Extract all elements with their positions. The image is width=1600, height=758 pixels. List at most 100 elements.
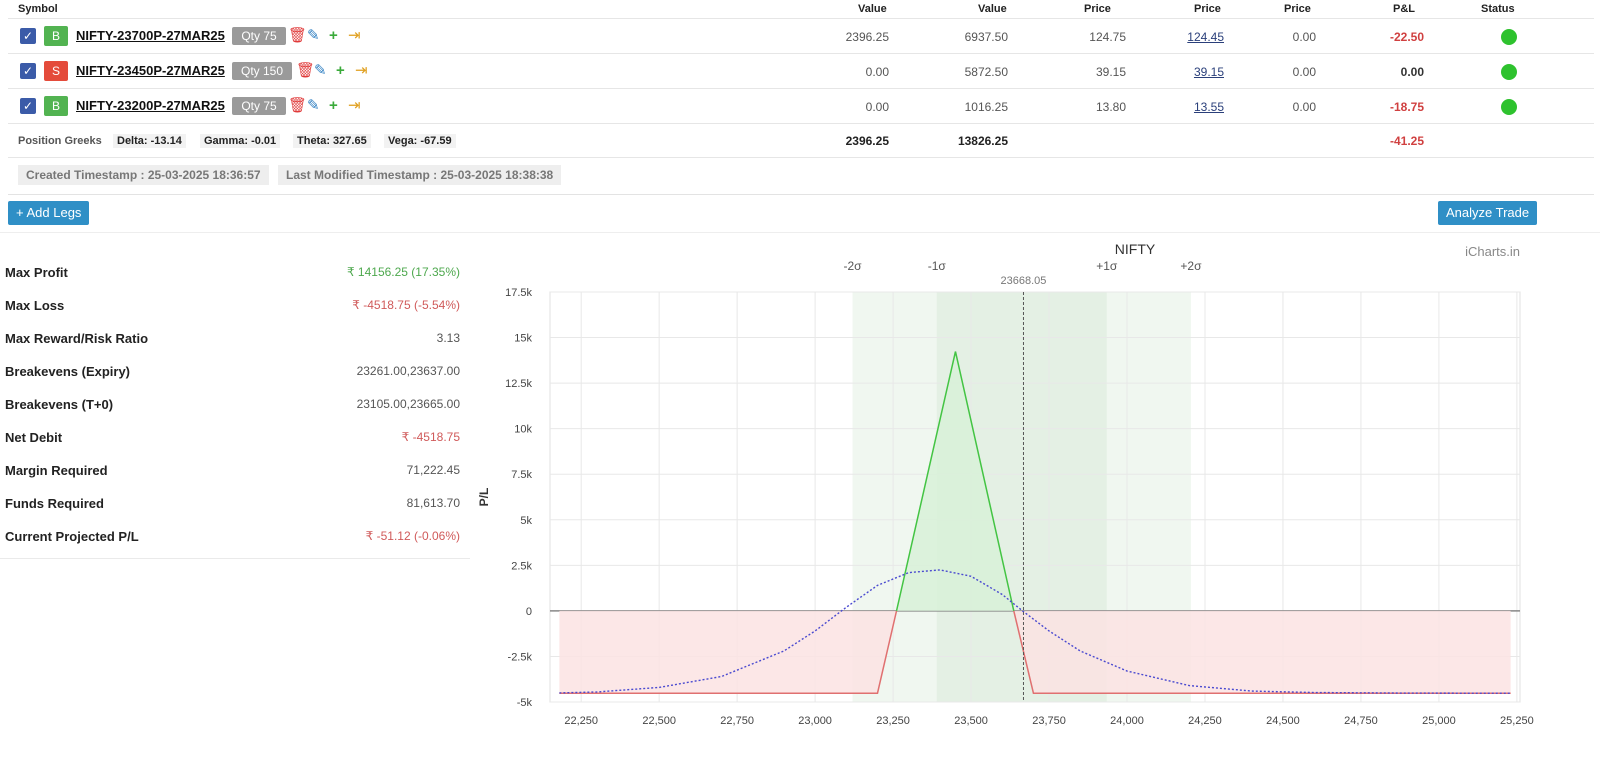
header-symbol: Symbol — [18, 3, 58, 15]
vega-value: Vega: -67.59 — [384, 134, 456, 148]
stat-label: Current Projected P/L — [5, 529, 139, 544]
watermark: iCharts.in — [1465, 244, 1520, 259]
x-tick-label: 23,750 — [1032, 715, 1066, 727]
y-tick-label: 17.5k — [505, 287, 532, 299]
stat-value: ₹ 14156.25 (17.35%) — [346, 265, 460, 279]
add-legs-button[interactable]: + Add Legs — [8, 201, 90, 225]
cell-value-2: 6937.50 — [964, 30, 1008, 44]
trash-icon[interactable]: 🗑 — [288, 18, 307, 54]
pencil-icon[interactable]: ✎ — [314, 53, 327, 89]
status-dot — [1501, 99, 1517, 115]
header-value-2: Value — [978, 3, 1007, 15]
y-tick-label: -5k — [517, 697, 533, 709]
sigma-label: +2σ — [1180, 259, 1202, 273]
symbol-link[interactable]: NIFTY-23200P-27MAR25 — [76, 88, 225, 124]
cell-value-2: 5872.50 — [964, 65, 1008, 79]
pencil-icon[interactable]: ✎ — [307, 18, 320, 54]
stat-label: Max Profit — [5, 265, 68, 280]
symbol-link[interactable]: NIFTY-23450P-27MAR25 — [76, 53, 225, 89]
analyze-trade-button[interactable]: Analyze Trade — [1438, 201, 1538, 225]
stat-value: 81,613.70 — [406, 496, 460, 510]
x-tick-label: 24,250 — [1188, 715, 1222, 727]
stat-label: Net Debit — [5, 430, 63, 445]
status-dot — [1501, 29, 1517, 45]
y-axis-label: P/L — [477, 488, 491, 507]
cell-pnl: -22.50 — [1389, 30, 1424, 44]
stat-row: Max Profit ₹ 14156.25 (17.35%) — [0, 256, 470, 289]
stat-label: Margin Required — [5, 463, 108, 478]
cell-value-2: 1016.25 — [964, 100, 1008, 114]
theta-value: Theta: 327.65 — [293, 134, 371, 148]
positions-table: Symbol Value Value Price Price Price P&L… — [8, 0, 1594, 195]
symbol-link[interactable]: NIFTY-23700P-27MAR25 — [76, 18, 225, 54]
cell-value-1: 2396.25 — [845, 30, 889, 44]
row-checkbox[interactable]: ✓ — [20, 63, 36, 79]
stat-row: Breakevens (T+0) 23105.00,23665.00 — [0, 388, 470, 421]
cell-value-1: 0.00 — [865, 65, 889, 79]
stat-label: Max Reward/Risk Ratio — [5, 331, 149, 346]
loss-area-left — [559, 610, 897, 694]
header-price-2: Price — [1194, 3, 1221, 15]
stat-label: Breakevens (Expiry) — [5, 364, 131, 379]
spot-label: 23668.05 — [1001, 275, 1047, 287]
plus-icon[interactable]: + — [336, 53, 345, 89]
payoff-chart: 22,250 22,500 22,750 23,000 23,250 23,500 23,7… — [470, 232, 1600, 753]
pencil-icon[interactable]: ✎ — [307, 88, 320, 124]
created-timestamp: Created Timestamp : 25-03-2025 18:36:57 — [18, 165, 269, 185]
qty-badge: Qty 150 — [232, 62, 292, 80]
greeks-row: Position Greeks Delta: -13.14 Gamma: -0.… — [8, 123, 1594, 158]
stat-value: 23105.00,23665.00 — [356, 397, 460, 411]
cell-price-2-link[interactable]: 39.15 — [1148, 54, 1224, 90]
stat-value: ₹ -4518.75 — [401, 430, 460, 444]
payoff-chart-svg[interactable]: 22,250 22,500 22,750 23,000 23,250 23,500 23,7… — [470, 232, 1600, 753]
x-tick-label: 24,750 — [1344, 715, 1378, 727]
sigma-label: -1σ — [928, 259, 947, 273]
cell-price-1: 39.15 — [1095, 65, 1126, 79]
stat-value: ₹ -51.12 (-0.06%) — [365, 529, 460, 543]
x-tick-label: 23,000 — [798, 715, 832, 727]
buy-badge[interactable]: B — [44, 96, 68, 116]
stat-label: Max Loss — [5, 298, 65, 313]
total-value-2: 13826.25 — [957, 134, 1008, 148]
modified-timestamp: Last Modified Timestamp : 25-03-2025 18:… — [278, 165, 562, 185]
header-pnl: P&L — [1393, 3, 1415, 15]
y-tick-label: 10k — [514, 424, 532, 436]
stat-value: 23261.00,23637.00 — [356, 364, 460, 378]
trash-icon[interactable]: 🗑 — [296, 53, 315, 89]
cell-value-1: 0.00 — [865, 100, 889, 114]
total-value-1: 2396.25 — [845, 134, 889, 148]
y-tick-label: 7.5k — [511, 469, 532, 481]
stat-row: Current Projected P/L ₹ -51.12 (-0.06%) — [0, 520, 470, 553]
x-tick-label: 23,500 — [954, 715, 988, 727]
cell-price-3: 0.00 — [1292, 65, 1316, 79]
exit-icon[interactable]: ⇥ — [348, 88, 361, 124]
x-tick-label: 25,250 — [1500, 715, 1534, 727]
qty-badge: Qty 75 — [232, 97, 286, 115]
trash-icon[interactable]: 🗑 — [288, 88, 307, 124]
plus-icon[interactable]: + — [329, 18, 338, 54]
plus-icon[interactable]: + — [329, 88, 338, 124]
stat-label: Funds Required — [5, 496, 104, 511]
stat-value: 71,222.45 — [406, 463, 460, 477]
x-tick-label: 22,500 — [642, 715, 676, 727]
cell-price-2-link[interactable]: 124.45 — [1148, 19, 1224, 55]
exit-icon[interactable]: ⇥ — [355, 53, 368, 89]
row-checkbox[interactable]: ✓ — [20, 28, 36, 44]
buy-badge[interactable]: B — [44, 26, 68, 46]
y-tick-label: 12.5k — [505, 378, 532, 390]
header-price-1: Price — [1084, 3, 1111, 15]
row-checkbox[interactable]: ✓ — [20, 98, 36, 114]
cell-pnl: -18.75 — [1389, 100, 1424, 114]
y-tick-label: 5k — [520, 515, 532, 527]
stat-label: Breakevens (T+0) — [5, 397, 114, 412]
gamma-value: Gamma: -0.01 — [200, 134, 281, 148]
y-tick-label: 2.5k — [511, 560, 532, 572]
table-row: ✓ S NIFTY-23450P-27MAR25 Qty 150 🗑 ✎ + ⇥… — [8, 53, 1594, 89]
exit-icon[interactable]: ⇥ — [348, 18, 361, 54]
chart-title: NIFTY — [1115, 241, 1156, 257]
loss-area-right — [1013, 610, 1511, 694]
cell-pnl: 0.00 — [1400, 65, 1424, 79]
sell-badge[interactable]: S — [44, 61, 68, 81]
cell-price-2-link[interactable]: 13.55 — [1148, 89, 1224, 125]
y-tick-label: 0 — [526, 606, 532, 618]
